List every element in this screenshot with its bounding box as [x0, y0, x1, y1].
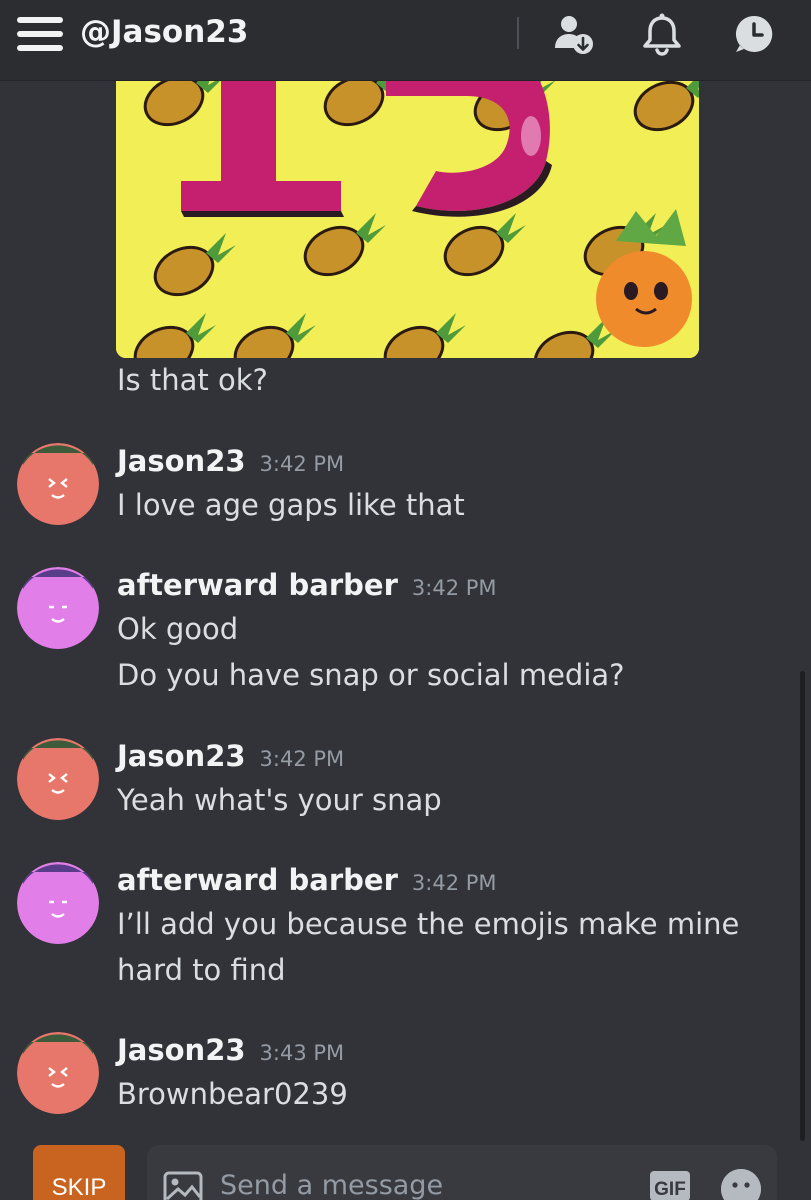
gif-attachment[interactable] [116, 81, 699, 358]
avatar[interactable] [17, 567, 99, 649]
skip-button[interactable]: SKIP [33, 1145, 125, 1200]
image-upload-icon[interactable] [163, 1171, 203, 1200]
message-timestamp: 3:42 PM [411, 576, 497, 600]
menu-icon[interactable] [17, 15, 63, 51]
message-text: I love age gaps like that [117, 488, 465, 522]
message-author[interactable]: Jason23 [117, 1033, 246, 1067]
channel-title: @Jason23 [80, 14, 249, 50]
message-text: I’ll add you because the emojis make min… [117, 907, 740, 941]
avatar[interactable] [17, 1032, 99, 1114]
message-author[interactable]: afterward barber [117, 568, 398, 602]
bell-icon[interactable] [640, 12, 684, 56]
message-text: hard to find [117, 953, 286, 987]
avatar-jason23 [17, 738, 99, 820]
message-timestamp: 3:42 PM [259, 747, 345, 771]
message-text: Yeah what's your snap [117, 783, 442, 817]
message-author[interactable]: Jason23 [117, 739, 246, 773]
message-list[interactable]: Is that ok? Jason23 3:42 PM I love age ga… [0, 81, 811, 1143]
avatar[interactable] [17, 443, 99, 525]
add-friend-icon[interactable] [553, 12, 597, 56]
message-timestamp: 3:43 PM [259, 1041, 345, 1065]
message-author[interactable]: afterward barber [117, 863, 398, 897]
avatar[interactable] [17, 738, 99, 820]
avatar-jason23 [17, 1032, 99, 1114]
message-timestamp: 3:42 PM [259, 452, 345, 476]
header-divider [517, 17, 519, 49]
chat-app: @Jason23 Is that ok? Jason23 3:42 PM I l… [0, 0, 811, 1200]
emoji-icon[interactable] [721, 1169, 761, 1200]
avatar-afterward-barber [17, 862, 99, 944]
avatar-jason23 [17, 443, 99, 525]
message-author[interactable]: Jason23 [117, 444, 246, 478]
clock-icon[interactable] [732, 12, 776, 56]
message-text: Ok good [117, 612, 239, 646]
scrollbar[interactable] [800, 671, 805, 1141]
previous-message-text: Is that ok? [117, 363, 268, 397]
message-input[interactable] [220, 1165, 620, 1200]
composer-bar: SKIP GIF [0, 1143, 811, 1200]
avatar-afterward-barber [17, 567, 99, 649]
header-bar: @Jason23 [0, 0, 811, 81]
avatar[interactable] [17, 862, 99, 944]
message-text: Do you have snap or social media? [117, 658, 625, 692]
message-timestamp: 3:42 PM [411, 871, 497, 895]
gif-button[interactable]: GIF [650, 1171, 690, 1200]
message-text: Brownbear0239 [117, 1077, 348, 1111]
message-input-box[interactable]: GIF [147, 1145, 777, 1200]
